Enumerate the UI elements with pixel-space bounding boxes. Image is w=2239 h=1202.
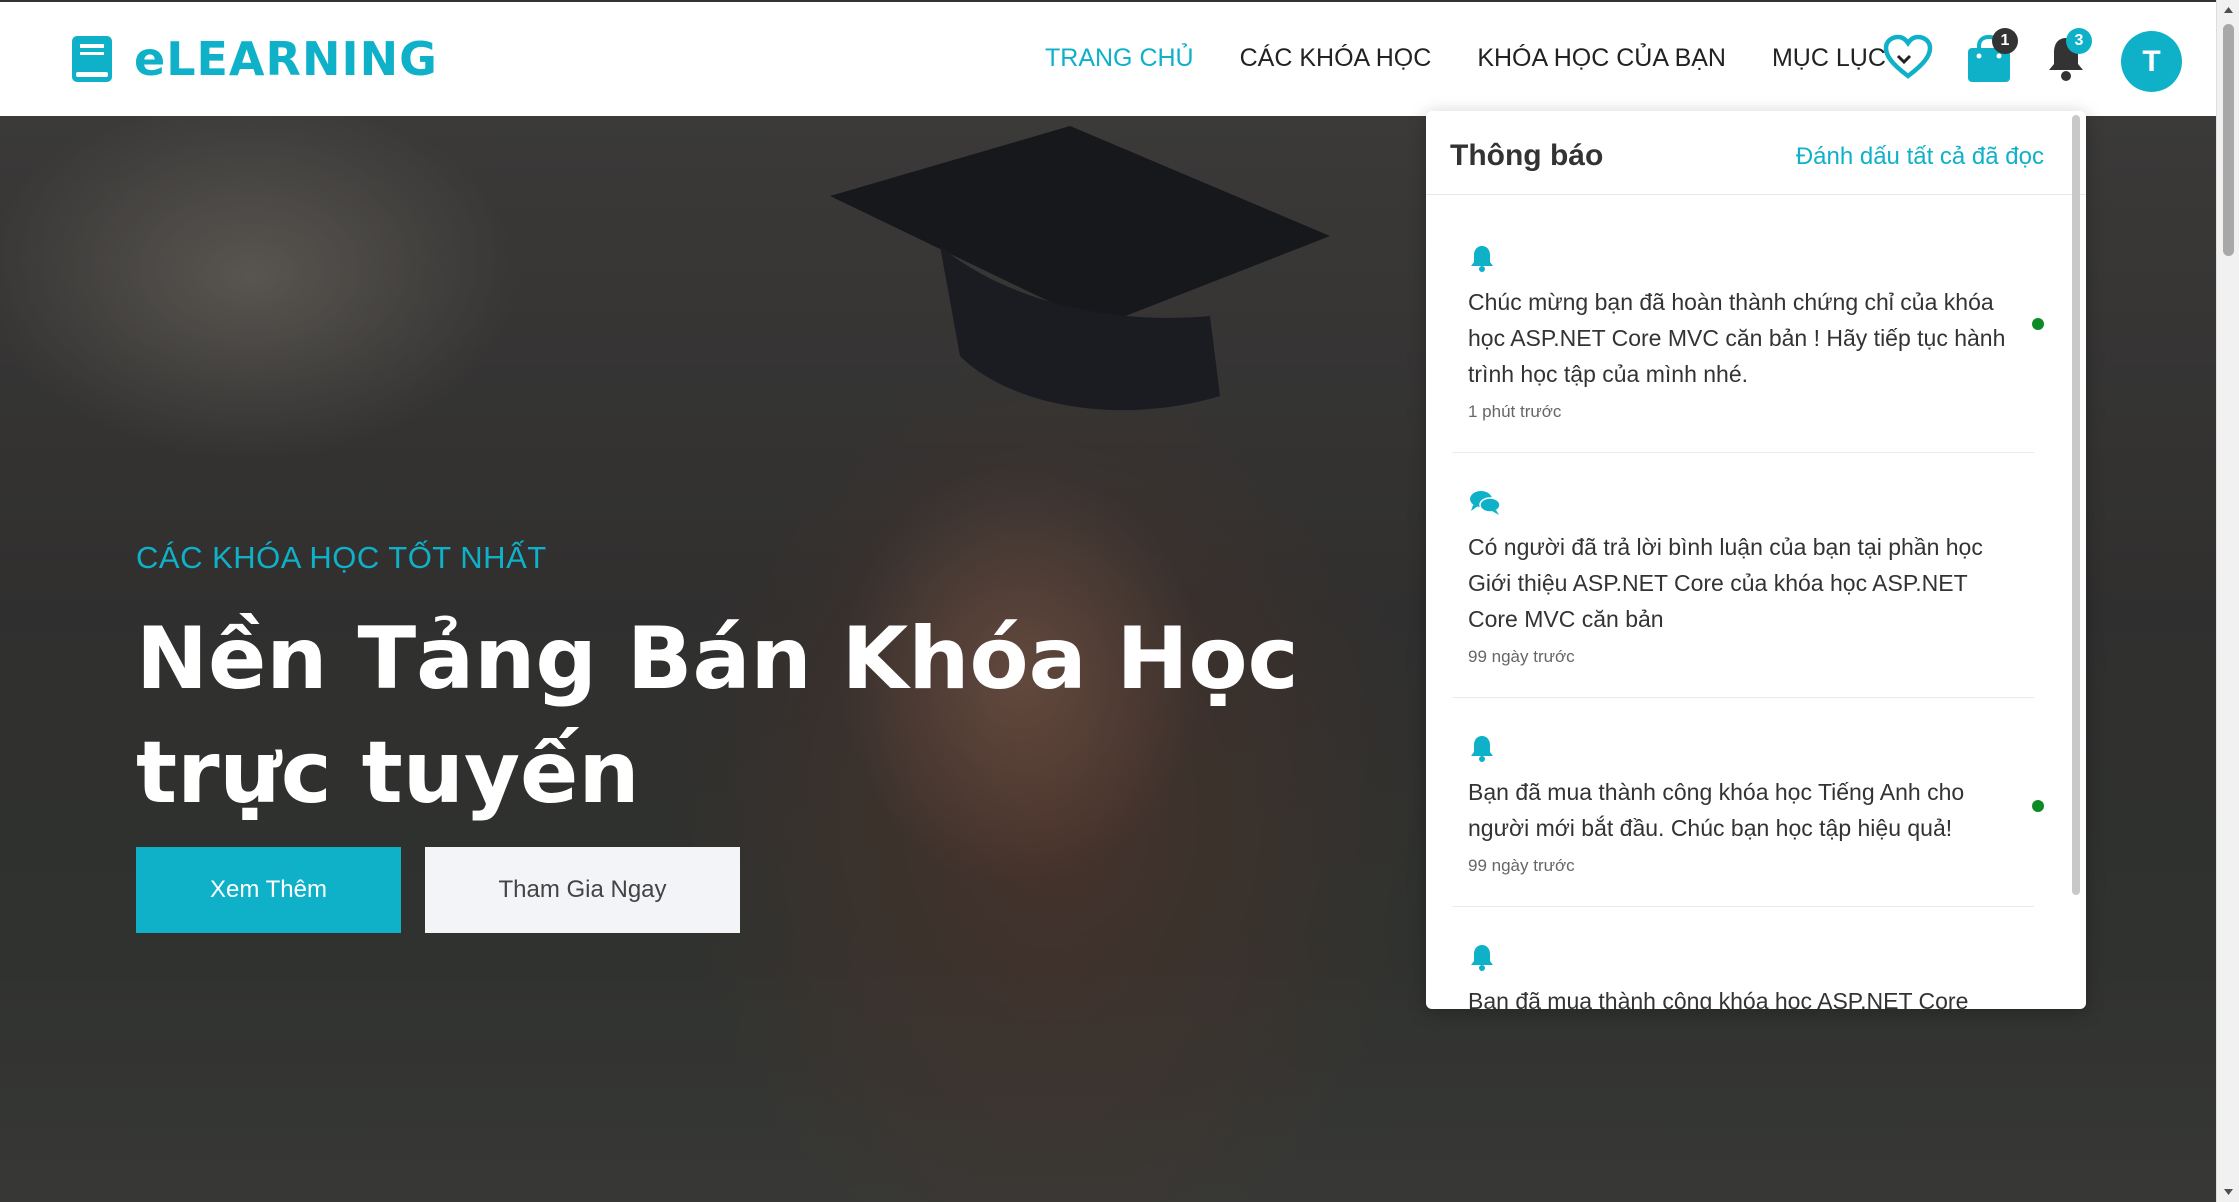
notification-item[interactable]: Chúc mừng bạn đã hoàn thành chứng chỉ củ… — [1452, 196, 2044, 453]
notification-count-badge: 3 — [2066, 28, 2092, 54]
notification-item[interactable]: Có người đã trả lời bình luận của bạn tạ… — [1452, 453, 2034, 698]
hero-title: Nền Tảng Bán Khóa Học trực tuyến — [136, 602, 1336, 830]
page-scrollbar[interactable] — [2216, 0, 2239, 1202]
join-now-button[interactable]: Tham Gia Ngay — [425, 847, 740, 933]
cart-count-badge: 1 — [1992, 28, 2018, 54]
hero-title-line1: Nền Tảng Bán Khóa Học — [136, 609, 1299, 709]
bell-icon — [1471, 945, 1493, 971]
mark-all-read-link[interactable]: Đánh dấu tất cả đã đọc — [1796, 143, 2044, 171]
notification-time: 99 ngày trước — [1468, 856, 1575, 875]
heart-icon[interactable] — [1882, 34, 1934, 80]
see-more-button[interactable]: Xem Thêm — [136, 847, 401, 933]
notification-item[interactable]: Bạn đã mua thành công khóa học Tiếng Anh… — [1452, 698, 2044, 907]
notification-title: Thông báo — [1450, 139, 1604, 172]
unread-dot — [2032, 318, 2044, 330]
notification-scrollbar[interactable] — [2072, 115, 2080, 895]
bell-icon — [1471, 246, 1493, 272]
cart-button[interactable]: 1 — [1966, 28, 2018, 89]
scroll-down-arrow-icon[interactable] — [2223, 1188, 2234, 1196]
main-nav: TRANG CHỦ CÁC KHÓA HỌC KHÓA HỌC CỦA BẠN … — [1045, 44, 1912, 73]
notification-text: Có người đã trả lời bình luận của bạn tạ… — [1468, 534, 1983, 632]
notification-text: Chúc mừng bạn đã hoàn thành chứng chỉ củ… — [1468, 289, 2006, 387]
brand-logo[interactable]: eLEARNING — [70, 32, 438, 86]
scroll-up-arrow-icon[interactable] — [2223, 6, 2234, 14]
hero-subtitle: CÁC KHÓA HỌC TỐT NHẤT — [136, 540, 547, 575]
nav-item-my-courses[interactable]: KHÓA HỌC CỦA BẠN — [1477, 44, 1726, 73]
notification-time: 1 phút trước — [1468, 402, 1562, 421]
notification-list: Chúc mừng bạn đã hoàn thành chứng chỉ củ… — [1426, 196, 2070, 1009]
top-navbar: eLEARNING TRANG CHỦ CÁC KHÓA HỌC KHÓA HỌ… — [0, 0, 2216, 116]
hero-title-line2: trực tuyến — [136, 723, 640, 823]
page-scrollbar-thumb[interactable] — [2223, 24, 2234, 256]
notification-dropdown: Thông báo Đánh dấu tất cả đã đọc Chúc mừ… — [1426, 111, 2086, 1009]
nav-item-menu-label: MỤC LỤC — [1771, 44, 1886, 72]
notifications-button[interactable]: 3 — [2046, 28, 2092, 87]
notification-text: Bạn đã mua thành công khóa học ASP.NET C… — [1468, 988, 1969, 1009]
notification-text: Bạn đã mua thành công khóa học Tiếng Anh… — [1468, 779, 1965, 841]
brand-name: eLEARNING — [134, 32, 438, 86]
unread-dot — [2032, 800, 2044, 812]
notification-header: Thông báo Đánh dấu tất cả đã đọc — [1426, 111, 2086, 195]
comments-icon — [1470, 491, 1501, 515]
nav-item-courses[interactable]: CÁC KHÓA HỌC — [1240, 44, 1432, 73]
avatar[interactable]: T — [2121, 31, 2182, 92]
bell-icon — [1471, 736, 1493, 762]
nav-item-home[interactable]: TRANG CHỦ — [1045, 44, 1194, 73]
notification-item[interactable]: Bạn đã mua thành công khóa học ASP.NET C… — [1452, 907, 2034, 1009]
book-icon — [72, 36, 112, 82]
notification-time: 99 ngày trước — [1468, 647, 1575, 666]
